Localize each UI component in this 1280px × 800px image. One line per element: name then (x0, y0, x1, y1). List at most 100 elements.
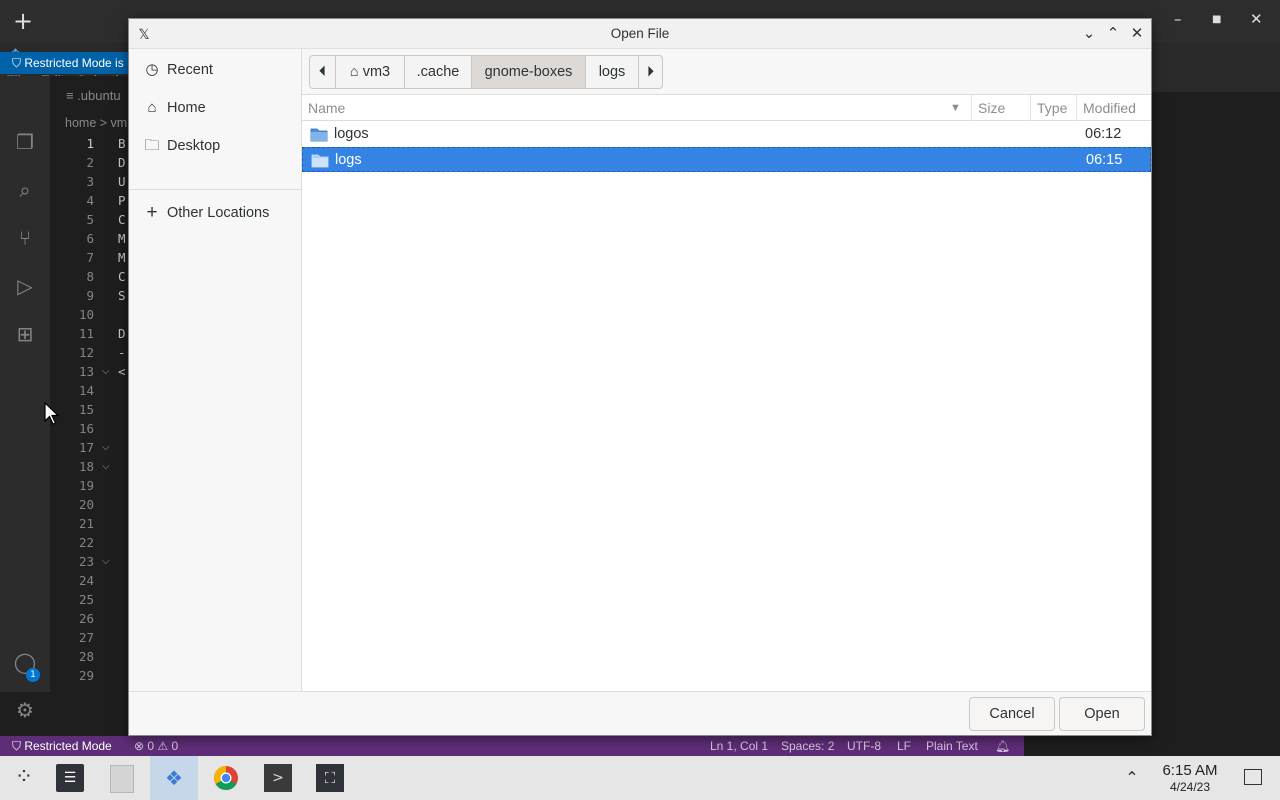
close-icon[interactable]: ✕ (1250, 10, 1263, 28)
folder-icon: 🗀︎ (144, 137, 160, 154)
place-recent[interactable]: ◷ Recent (129, 53, 301, 87)
editor-tab[interactable]: ≡ .ubuntu (66, 88, 121, 103)
line-number: 29 (78, 668, 94, 683)
close-icon[interactable]: ✕ (1127, 23, 1147, 45)
line-number: 5 (86, 212, 94, 227)
path-button-cache[interactable]: .cache (404, 55, 472, 89)
tray-chevron-up-icon[interactable]: ⌃ (1122, 766, 1142, 790)
activity-bar: ❐ ⌕ ⑂ ▷ ⊞ ◯ ⚙ (0, 76, 50, 722)
chrome-icon (213, 766, 238, 791)
taskbar-chrome[interactable] (202, 756, 250, 800)
open-file-dialog: Open File 𝕏 ⌄ ⌃ ✕ ◷ Recent ⌂ Home 🗀︎ Deskto… (128, 18, 1152, 736)
open-button[interactable]: Open (1059, 697, 1145, 731)
file-list-header: Name ▼ Size Type Modified (302, 95, 1151, 121)
taskbar-screenshot[interactable]: ⛶ (306, 756, 354, 800)
place-other-locations[interactable]: + Other Locations (129, 196, 301, 230)
minimize-chevron-icon[interactable]: ⌄ (1079, 23, 1099, 45)
path-button-vm3[interactable]: ⌂ vm3 (335, 55, 405, 89)
line-number: 4 (86, 193, 94, 208)
extensions-icon[interactable]: ⊞ (12, 321, 38, 347)
path-scroll-left-icon[interactable]: ⏴ (309, 55, 336, 89)
place-desktop[interactable]: 🗀︎ Desktop (129, 129, 301, 163)
terminal-icon: > (264, 764, 292, 792)
fold-chevron-icon[interactable]: ⌵ (102, 362, 110, 381)
status-restricted-mode[interactable]: ⛉ Restricted Mode (12, 736, 112, 756)
home-icon: ⌂ (147, 99, 157, 116)
explorer-icon[interactable]: ❐ (12, 129, 38, 155)
fold-chevron-icon[interactable]: ⌵ (102, 438, 110, 457)
line-number: 22 (78, 535, 94, 550)
sort-descending-icon: ▼ (950, 102, 961, 114)
column-type[interactable]: Type (1031, 95, 1077, 121)
folder-icon (311, 154, 329, 168)
place-home[interactable]: ⌂ Home (129, 91, 301, 125)
path-button-logs[interactable]: logs (585, 55, 639, 89)
line-number: 11 (78, 326, 94, 341)
maximize-icon[interactable]: ■ (1212, 14, 1221, 25)
line-number: 23 (78, 554, 94, 569)
new-tab-plus-icon[interactable]: + (0, 0, 46, 42)
dialog-header: Open File 𝕏 ⌄ ⌃ ✕ (129, 19, 1151, 49)
line-number: 27 (78, 630, 94, 645)
notifications-bell-icon[interactable]: 🔔︎ (995, 736, 1010, 756)
notifications-icon[interactable] (1244, 769, 1262, 785)
line-number: 2 (86, 155, 94, 170)
maximize-chevron-icon[interactable]: ⌃ (1103, 23, 1123, 45)
line-number: 9 (86, 288, 94, 303)
line-number: 28 (78, 649, 94, 664)
dialog-footer: Cancel Open (129, 691, 1151, 735)
taskbar-vscode[interactable]: ❖ (150, 756, 198, 800)
column-size[interactable]: Size (972, 95, 1031, 121)
host-window-controls: – ■ ✕ (1150, 0, 1280, 42)
settings-gear-icon[interactable]: ⚙ (12, 697, 38, 723)
status-indentation[interactable]: Spaces: 2 (781, 736, 834, 756)
status-encoding[interactable]: UTF-8 (847, 736, 881, 756)
line-number: 8 (86, 269, 94, 284)
run-debug-icon[interactable]: ▷ (12, 273, 38, 299)
status-language[interactable]: Plain Text (926, 736, 978, 756)
clock[interactable]: 6:15 AM 4/24/23 (1150, 762, 1230, 794)
file-row-selected[interactable]: logs 06:15 (302, 147, 1151, 172)
line-number: 15 (78, 402, 94, 417)
taskbar-terminal[interactable]: > (254, 756, 302, 800)
line-number: 26 (78, 611, 94, 626)
taskbar-files[interactable] (98, 756, 146, 800)
file-list[interactable]: Name ▼ Size Type Modified logos 06:12 lo… (302, 94, 1151, 691)
source-control-icon[interactable]: ⑂ (12, 225, 38, 251)
path-scroll-right-icon[interactable]: ⏵ (638, 55, 663, 89)
line-number: 3 (86, 174, 94, 189)
launcher-icon: ⁘ (14, 765, 34, 790)
file-row[interactable]: logos 06:12 (302, 122, 1151, 147)
fold-chevron-icon[interactable]: ⌵ (102, 552, 110, 571)
mouse-pointer-icon (44, 402, 60, 425)
column-modified[interactable]: Modified (1077, 95, 1151, 121)
taskbar-settings[interactable]: ☰ (46, 756, 94, 800)
shield-icon: ⛉ (12, 739, 25, 753)
minimize-icon[interactable]: – (1174, 10, 1182, 28)
screenshot-icon: ⛶ (316, 764, 344, 792)
fold-chevron-icon[interactable]: ⌵ (102, 457, 110, 476)
breadcrumb[interactable]: home > vm (65, 116, 127, 130)
restricted-mode-banner[interactable]: ⛉ Restricted Mode is (0, 52, 130, 74)
path-button-gnome-boxes[interactable]: gnome-boxes (471, 55, 586, 89)
search-icon[interactable]: ⌕ (12, 177, 38, 203)
line-number: 19 (78, 478, 94, 493)
status-cursor-position[interactable]: Ln 1, Col 1 (710, 736, 768, 756)
plus-icon: + (146, 202, 158, 223)
status-eol[interactable]: LF (897, 736, 911, 756)
dialog-title: Open File (610, 26, 670, 41)
line-number: 14 (78, 383, 94, 398)
column-name[interactable]: Name ▼ (302, 95, 972, 121)
home-icon: ⌂ (349, 64, 363, 80)
cancel-button[interactable]: Cancel (969, 697, 1055, 731)
files-icon (110, 765, 134, 793)
line-number: 17 (78, 440, 94, 455)
line-number: 25 (78, 592, 94, 607)
status-problems[interactable]: ⊗ 0 ⚠ 0 (134, 736, 178, 756)
line-numbers: 1 2 3 4 5 6 7 8 9 10 11 12 13 14 15 16 17 18 19 20 21 22 23 24 2… (64, 134, 94, 685)
settings-badge: 1 (26, 668, 40, 682)
line-number: 18 (78, 459, 94, 474)
app-launcher[interactable]: ⁘ (0, 756, 48, 800)
taskbar: ⁘ ☰ ❖ > ⛶ ⌃ 6:15 AM 4/24/23 (0, 756, 1280, 800)
line-number: 20 (78, 497, 94, 512)
